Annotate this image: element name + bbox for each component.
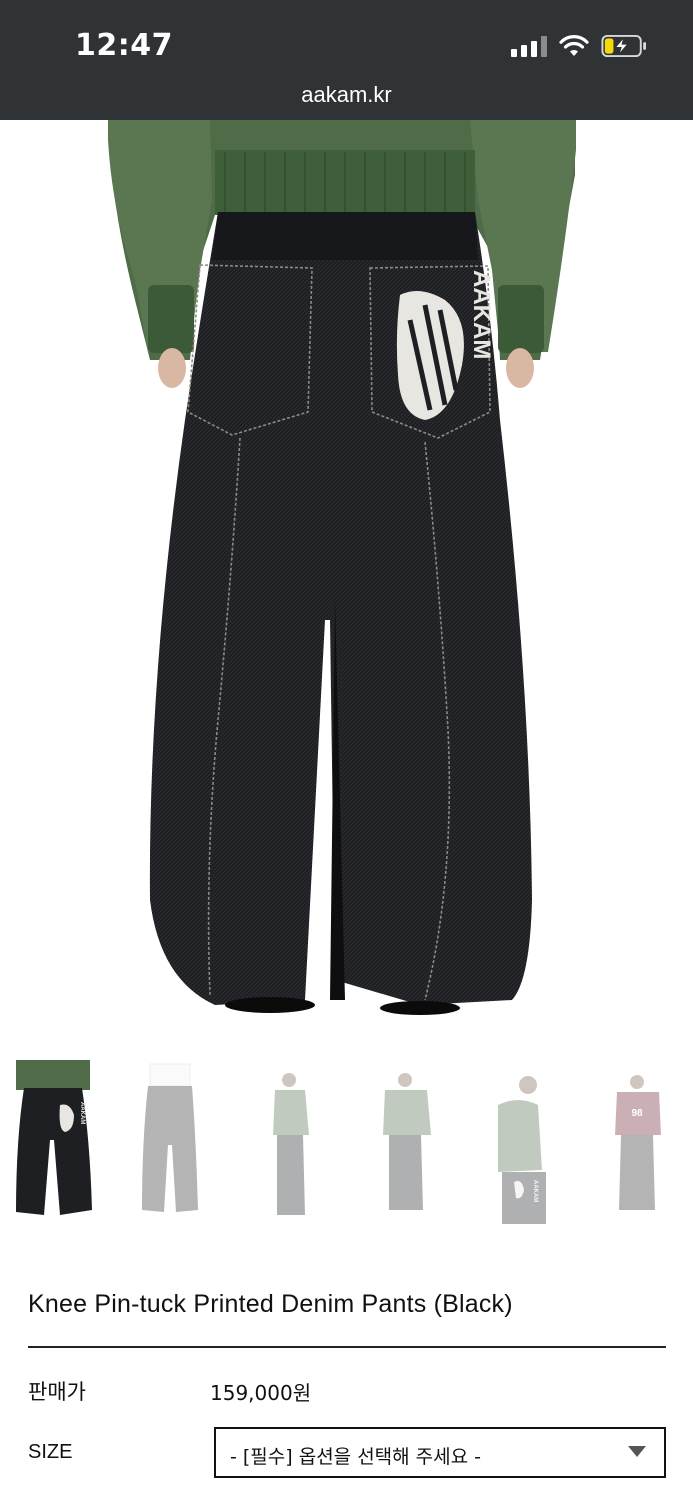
model-back-view-illustration: AAKAM xyxy=(108,120,576,1015)
thumbnail-4[interactable] xyxy=(375,1060,493,1230)
pocket-print-text: AAKAM xyxy=(468,270,495,359)
status-time: 12:47 xyxy=(75,28,173,63)
address-bar-url[interactable]: aakam.kr xyxy=(0,82,693,108)
product-main-image: AAKAM xyxy=(0,120,693,1055)
battery-charging-icon xyxy=(601,34,647,58)
product-title: Knee Pin-tuck Printed Denim Pants (Black… xyxy=(28,1290,513,1318)
wifi-icon xyxy=(559,35,589,56)
chevron-down-icon xyxy=(628,1446,646,1457)
thumbnail-6[interactable]: 98 xyxy=(605,1060,693,1230)
size-select-value: - [필수] 옵션을 선택해 주세요 - xyxy=(230,1446,482,1468)
browser-top-bar: 12:47 aakam.kr xyxy=(0,0,693,120)
thumbnail-shirt-print-text: 98 xyxy=(631,1108,643,1119)
thumbnail-1[interactable]: AAKAM xyxy=(10,1060,128,1230)
thumbnail-print-text: AAKAM xyxy=(79,1102,85,1124)
thumbnail-print-text: AAKAM xyxy=(532,1180,538,1202)
size-label: SIZE xyxy=(28,1441,73,1463)
product-thumbnail-strip: AAKAM AAKAM 98 xyxy=(0,1060,693,1235)
size-select[interactable]: - [필수] 옵션을 선택해 주세요 - xyxy=(214,1427,666,1478)
thumbnail-3[interactable] xyxy=(255,1060,373,1230)
thumbnail-5[interactable]: AAKAM xyxy=(488,1060,606,1230)
thumbnail-2[interactable] xyxy=(130,1060,248,1230)
title-divider xyxy=(28,1346,666,1348)
cellular-signal-icon xyxy=(511,35,547,57)
status-icons xyxy=(511,32,647,60)
price-label: 판매가 xyxy=(28,1380,86,1404)
price-value: 159,000원 xyxy=(210,1381,312,1405)
